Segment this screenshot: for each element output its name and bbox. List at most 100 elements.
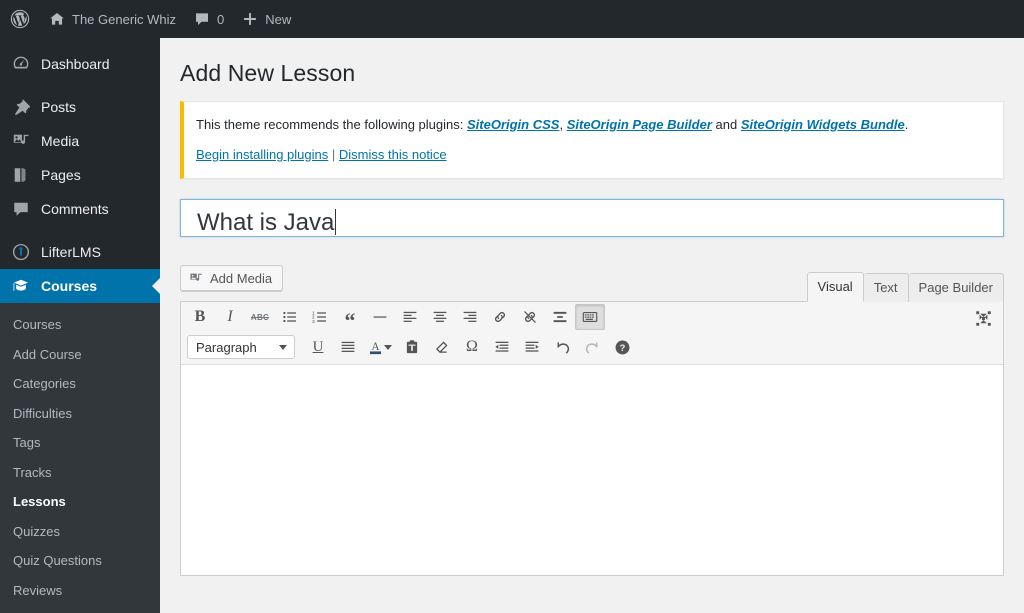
submenu-item-reviews[interactable]: Reviews [0, 576, 160, 606]
notice-action-divider: | [331, 146, 336, 162]
sidebar-item-comments[interactable]: Comments [0, 192, 160, 226]
graduation-cap-icon [11, 276, 31, 296]
editor-mode-tabs: Visual Text Page Builder [806, 272, 1004, 303]
keyboard-shortcuts-help-icon[interactable]: ? [607, 334, 637, 360]
comment-bubble-icon [194, 11, 210, 27]
distraction-free-icon[interactable] [969, 305, 997, 331]
horizontal-rule-icon[interactable] [365, 304, 395, 330]
begin-installing-plugins-link[interactable]: Begin installing plugins [196, 147, 328, 162]
submenu-item-categories[interactable]: Categories [0, 369, 160, 399]
redo-icon[interactable] [577, 334, 607, 360]
insert-link-icon[interactable] [485, 304, 515, 330]
paragraph-style-value: Paragraph [196, 339, 257, 355]
sidebar-label-lifterlms: LifterLMS [41, 244, 101, 260]
dashboard-icon [11, 54, 31, 74]
submenu-item-difficulties[interactable]: Difficulties [0, 399, 160, 429]
link-siteorigin-widgets-bundle[interactable]: SiteOrigin Widgets Bundle [741, 117, 905, 132]
sidebar-label-courses: Courses [41, 278, 98, 294]
strikethrough-icon[interactable]: ABC [245, 304, 275, 330]
editor-toolbar-group: B I ABC 1 2 3 “ Paragraph U A Ω ? [181, 302, 1003, 366]
post-title-wrap: What is Java [180, 199, 1004, 238]
blockquote-icon[interactable]: “ [335, 304, 365, 332]
unlink-icon[interactable] [515, 304, 545, 330]
submenu-item-add-course[interactable]: Add Course [0, 340, 160, 370]
submenu-item-lessons[interactable]: Lessons [0, 487, 160, 517]
notice-and-text: and [715, 116, 738, 132]
submenu-item-quizzes[interactable]: Quizzes [0, 517, 160, 547]
text-color-split-button: A [363, 334, 397, 360]
sidebar-item-pages[interactable]: Pages [0, 158, 160, 192]
sidebar-label-posts: Posts [41, 99, 77, 115]
tab-text[interactable]: Text [863, 273, 909, 303]
editor-content-area[interactable] [181, 365, 1003, 576]
wordpress-logo-icon [9, 8, 31, 30]
sidebar-item-courses[interactable]: Courses [0, 269, 160, 303]
sidebar-label-media: Media [41, 133, 80, 149]
post-title-value: What is Java [197, 208, 335, 236]
notice-intro-text: This theme recommends the following plug… [196, 116, 464, 132]
sidebar-item-lifterlms[interactable]: LifterLMS [0, 235, 160, 269]
sidebar-item-posts[interactable]: Posts [0, 90, 160, 124]
paragraph-style-select[interactable]: Paragraph [187, 335, 295, 360]
svg-text:?: ? [619, 343, 625, 353]
editor-toolbar-row-1: B I ABC 1 2 3 “ [181, 302, 1003, 332]
add-media-button[interactable]: Add Media [180, 265, 284, 292]
italic-icon[interactable]: I [215, 304, 245, 330]
increase-indent-icon[interactable] [517, 334, 547, 360]
notice-message: This theme recommends the following plug… [196, 115, 991, 136]
sidebar-item-media[interactable]: Media [0, 124, 160, 158]
clear-formatting-icon[interactable] [427, 334, 457, 360]
admin-sidebar-menu: Dashboard Posts Media Pages Comments Lif… [0, 38, 160, 613]
sidebar-label-dashboard: Dashboard [41, 56, 110, 72]
sidebar-label-comments: Comments [41, 201, 109, 217]
chevron-down-icon[interactable] [384, 344, 392, 350]
read-more-icon[interactable] [545, 304, 575, 330]
svg-text:3: 3 [312, 319, 315, 325]
pages-icon [11, 165, 31, 185]
post-title-input[interactable]: What is Java [180, 199, 1004, 238]
wordpress-logo-menu[interactable] [0, 0, 40, 38]
home-icon [49, 11, 65, 27]
undo-icon[interactable] [547, 334, 577, 360]
tab-visual[interactable]: Visual [806, 272, 864, 303]
numbered-list-icon[interactable]: 1 2 3 [305, 304, 335, 330]
link-siteorigin-css[interactable]: SiteOrigin CSS [467, 117, 559, 132]
post-editor: Add Media Visual Text Page Builder B I A… [180, 265, 1004, 577]
media-icon [11, 131, 31, 151]
page-title: Add New Lesson [180, 60, 356, 86]
main-content-area: Add New Lesson This theme recommends the… [160, 38, 1024, 582]
dismiss-notice-link[interactable]: Dismiss this notice [339, 147, 447, 162]
sidebar-item-dashboard[interactable]: Dashboard [0, 47, 160, 81]
editor-toolbar-row-2: Paragraph U A Ω ? [181, 332, 1003, 364]
submenu-item-tracks[interactable]: Tracks [0, 458, 160, 488]
notice-period: . [904, 116, 909, 132]
toolbar-toggle-icon[interactable] [575, 304, 605, 331]
notice-comma: , [559, 116, 564, 132]
submenu-item-tags[interactable]: Tags [0, 428, 160, 458]
editor-tools-bar: Add Media Visual Text Page Builder [180, 265, 1004, 303]
link-siteorigin-page-builder[interactable]: SiteOrigin Page Builder [567, 117, 712, 132]
sidebar-label-pages: Pages [41, 167, 81, 183]
bold-icon[interactable]: B [185, 304, 215, 330]
submenu-item-quiz-questions[interactable]: Quiz Questions [0, 546, 160, 576]
site-name-menu[interactable]: The Generic Whiz [40, 0, 185, 38]
align-left-icon[interactable] [395, 304, 425, 330]
underline-icon[interactable]: U [303, 334, 333, 360]
submenu-item-courses[interactable]: Courses [0, 310, 160, 340]
notice-actions: Begin installing plugins | Dismiss this … [196, 145, 991, 166]
comments-menu[interactable]: 0 [185, 0, 233, 38]
special-character-icon[interactable]: Ω [457, 334, 487, 360]
align-right-icon[interactable] [455, 304, 485, 330]
text-cursor [335, 209, 337, 236]
admin-bar: The Generic Whiz 0 New [0, 0, 1024, 38]
paste-as-text-icon[interactable] [397, 334, 427, 360]
decrease-indent-icon[interactable] [487, 334, 517, 360]
media-icon [189, 271, 204, 286]
menu-spacer-top [0, 38, 160, 47]
lifterlms-icon [11, 242, 31, 262]
new-content-menu[interactable]: New [233, 0, 300, 38]
justify-icon[interactable] [333, 334, 363, 360]
align-center-icon[interactable] [425, 304, 455, 330]
tab-page-builder[interactable]: Page Builder [908, 273, 1004, 303]
bullet-list-icon[interactable] [275, 304, 305, 330]
